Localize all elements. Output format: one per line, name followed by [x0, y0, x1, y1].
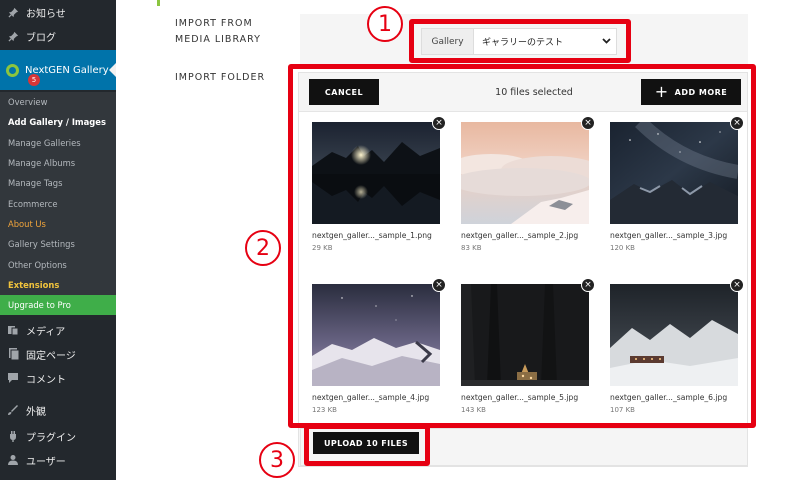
remove-file-button[interactable]: × [432, 116, 446, 130]
sidebar-item-label: ユーザー [26, 456, 66, 468]
sidebar-item-label: コメント [26, 374, 66, 386]
sidebar-item-appearance[interactable]: 外観 [0, 398, 116, 422]
submenu-upgrade-to-pro[interactable]: Upgrade to Pro [0, 294, 116, 316]
admin-sidebar: お知らせ ブログ NextGEN Gallery 5 Overview Add … [0, 0, 116, 480]
import-folder-label: IMPORT FOLDER [175, 72, 266, 83]
media-icon [6, 323, 20, 337]
sidebar-item-users[interactable]: ユーザー [0, 448, 116, 472]
remove-file-button[interactable]: × [432, 278, 446, 292]
sidebar-item-pages[interactable]: 固定ページ [0, 342, 116, 366]
sidebar-item-label: プラグイン [26, 432, 76, 444]
submenu-other-options[interactable]: Other Options [0, 254, 116, 274]
brush-icon [6, 403, 20, 417]
page-icon [6, 347, 20, 361]
submenu-ecommerce[interactable]: Ecommerce [0, 193, 116, 213]
annotation-number-3: 3 [259, 442, 295, 478]
pin-icon [6, 5, 20, 19]
active-indicator [109, 63, 116, 77]
sidebar-item-media[interactable]: メディア [0, 318, 116, 342]
nextgen-submenu: Overview Add Gallery / Images Manage Gal… [0, 92, 116, 316]
sidebar-item-notices[interactable]: お知らせ [0, 0, 116, 24]
submenu-manage-galleries[interactable]: Manage Galleries [0, 133, 116, 153]
user-icon [6, 453, 20, 467]
submenu-add-gallery-images[interactable]: Add Gallery / Images [0, 112, 116, 132]
import-media-label: IMPORT FROM MEDIA LIBRARY [175, 16, 261, 48]
sidebar-item-label: 外観 [26, 406, 46, 418]
annotation-box-2 [288, 64, 756, 428]
sidebar-item-plugins[interactable]: プラグイン [0, 424, 116, 448]
sidebar-item-blog[interactable]: ブログ [0, 24, 116, 48]
sidebar-item-label: メディア [26, 326, 66, 338]
sidebar-item-label: ブログ [26, 32, 56, 44]
annotation-box-3 [304, 424, 430, 466]
comment-icon [6, 371, 20, 385]
remove-file-button[interactable]: × [730, 116, 744, 130]
submenu-gallery-settings[interactable]: Gallery Settings [0, 234, 116, 254]
annotation-box-1 [409, 19, 631, 63]
sidebar-item-label: お知らせ [26, 8, 66, 20]
section-accent [157, 0, 160, 6]
nextgen-logo-icon [6, 63, 19, 77]
remove-file-button[interactable]: × [730, 278, 744, 292]
submenu-about-us[interactable]: About Us [0, 214, 116, 234]
annotation-number-2: 2 [245, 230, 281, 266]
pin-icon [6, 29, 20, 43]
submenu-manage-tags[interactable]: Manage Tags [0, 173, 116, 193]
annotation-number-1: 1 [367, 6, 403, 42]
remove-file-button[interactable]: × [581, 278, 595, 292]
sidebar-item-label: NextGEN Gallery [25, 64, 109, 76]
submenu-overview[interactable]: Overview [0, 92, 116, 112]
plugin-icon [6, 429, 20, 443]
sidebar-item-nextgen-gallery[interactable]: NextGEN Gallery 5 [0, 50, 116, 90]
sidebar-item-comments[interactable]: コメント [0, 366, 116, 390]
import-media-label-line2: MEDIA LIBRARY [175, 34, 261, 45]
sidebar-item-label: 固定ページ [26, 350, 76, 362]
remove-file-button[interactable]: × [581, 116, 595, 130]
update-count-badge: 5 [28, 74, 40, 86]
submenu-extensions[interactable]: Extensions [0, 275, 116, 295]
import-media-label-line1: IMPORT FROM [175, 18, 253, 29]
submenu-manage-albums[interactable]: Manage Albums [0, 153, 116, 173]
